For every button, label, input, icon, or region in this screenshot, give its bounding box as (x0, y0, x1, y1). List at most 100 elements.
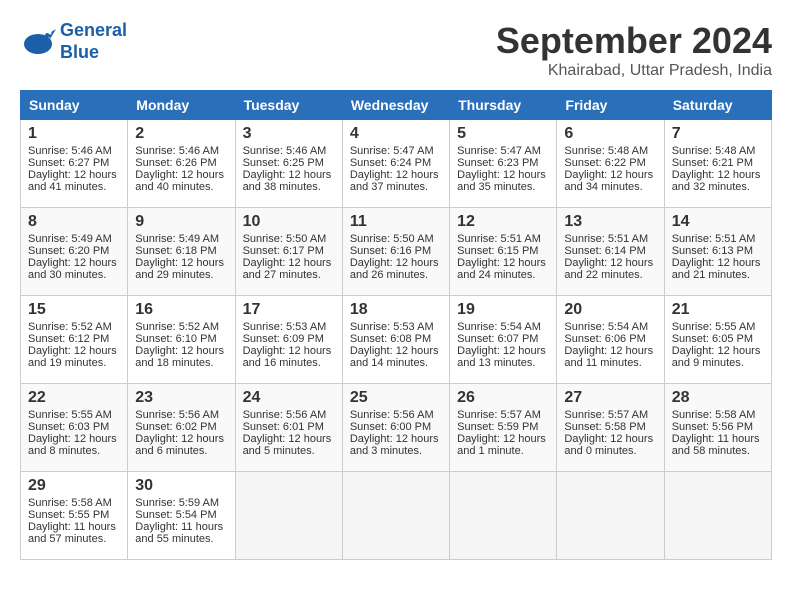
column-header-saturday: Saturday (664, 91, 771, 120)
daylight-text: Daylight: 12 hours and 5 minutes. (243, 433, 332, 457)
sunrise-text: Sunrise: 5:48 AM (672, 145, 756, 157)
title-block: September 2024 Khairabad, Uttar Pradesh,… (496, 20, 772, 80)
calendar-table: SundayMondayTuesdayWednesdayThursdayFrid… (20, 90, 772, 560)
calendar-cell: 22 Sunrise: 5:55 AM Sunset: 6:03 PM Dayl… (21, 384, 128, 472)
sunset-text: Sunset: 6:10 PM (135, 333, 216, 345)
logo-text-blue: Blue (60, 42, 127, 64)
day-number: 25 (350, 389, 442, 407)
sunrise-text: Sunrise: 5:52 AM (28, 321, 112, 333)
sunset-text: Sunset: 6:03 PM (28, 421, 109, 433)
day-number: 7 (672, 125, 764, 143)
sunrise-text: Sunrise: 5:53 AM (243, 321, 327, 333)
sunrise-text: Sunrise: 5:59 AM (135, 497, 219, 509)
calendar-cell: 7 Sunrise: 5:48 AM Sunset: 6:21 PM Dayli… (664, 120, 771, 208)
daylight-text: Daylight: 12 hours and 0 minutes. (564, 433, 653, 457)
sunset-text: Sunset: 6:12 PM (28, 333, 109, 345)
column-header-monday: Monday (128, 91, 235, 120)
calendar-cell: 4 Sunrise: 5:47 AM Sunset: 6:24 PM Dayli… (342, 120, 449, 208)
calendar-cell (557, 472, 664, 560)
sunset-text: Sunset: 6:01 PM (243, 421, 324, 433)
sunset-text: Sunset: 6:09 PM (243, 333, 324, 345)
daylight-text: Daylight: 12 hours and 3 minutes. (350, 433, 439, 457)
sunrise-text: Sunrise: 5:58 AM (28, 497, 112, 509)
sunset-text: Sunset: 6:18 PM (135, 245, 216, 257)
day-number: 21 (672, 301, 764, 319)
sunrise-text: Sunrise: 5:49 AM (135, 233, 219, 245)
column-header-sunday: Sunday (21, 91, 128, 120)
daylight-text: Daylight: 12 hours and 8 minutes. (28, 433, 117, 457)
day-number: 11 (350, 213, 442, 231)
daylight-text: Daylight: 11 hours and 58 minutes. (672, 433, 760, 457)
calendar-cell: 28 Sunrise: 5:58 AM Sunset: 5:56 PM Dayl… (664, 384, 771, 472)
calendar-cell: 3 Sunrise: 5:46 AM Sunset: 6:25 PM Dayli… (235, 120, 342, 208)
day-number: 27 (564, 389, 656, 407)
calendar-cell: 10 Sunrise: 5:50 AM Sunset: 6:17 PM Dayl… (235, 208, 342, 296)
daylight-text: Daylight: 12 hours and 29 minutes. (135, 257, 224, 281)
sunrise-text: Sunrise: 5:51 AM (672, 233, 756, 245)
calendar-week-row: 15 Sunrise: 5:52 AM Sunset: 6:12 PM Dayl… (21, 296, 772, 384)
daylight-text: Daylight: 12 hours and 18 minutes. (135, 345, 224, 369)
sunset-text: Sunset: 6:21 PM (672, 157, 753, 169)
sunset-text: Sunset: 5:59 PM (457, 421, 538, 433)
sunset-text: Sunset: 6:23 PM (457, 157, 538, 169)
calendar-cell: 5 Sunrise: 5:47 AM Sunset: 6:23 PM Dayli… (450, 120, 557, 208)
sunrise-text: Sunrise: 5:51 AM (564, 233, 648, 245)
sunset-text: Sunset: 6:15 PM (457, 245, 538, 257)
sunrise-text: Sunrise: 5:56 AM (243, 409, 327, 421)
sunset-text: Sunset: 6:16 PM (350, 245, 431, 257)
daylight-text: Daylight: 12 hours and 9 minutes. (672, 345, 761, 369)
sunset-text: Sunset: 6:00 PM (350, 421, 431, 433)
daylight-text: Daylight: 12 hours and 16 minutes. (243, 345, 332, 369)
sunset-text: Sunset: 5:55 PM (28, 509, 109, 521)
sunset-text: Sunset: 6:20 PM (28, 245, 109, 257)
sunset-text: Sunset: 5:56 PM (672, 421, 753, 433)
calendar-cell: 23 Sunrise: 5:56 AM Sunset: 6:02 PM Dayl… (128, 384, 235, 472)
sunset-text: Sunset: 6:08 PM (350, 333, 431, 345)
calendar-header-row: SundayMondayTuesdayWednesdayThursdayFrid… (21, 91, 772, 120)
sunrise-text: Sunrise: 5:47 AM (457, 145, 541, 157)
calendar-cell: 26 Sunrise: 5:57 AM Sunset: 5:59 PM Dayl… (450, 384, 557, 472)
daylight-text: Daylight: 12 hours and 22 minutes. (564, 257, 653, 281)
page-header: General Blue September 2024 Khairabad, U… (20, 20, 772, 80)
daylight-text: Daylight: 12 hours and 37 minutes. (350, 169, 439, 193)
calendar-cell: 2 Sunrise: 5:46 AM Sunset: 6:26 PM Dayli… (128, 120, 235, 208)
calendar-cell: 17 Sunrise: 5:53 AM Sunset: 6:09 PM Dayl… (235, 296, 342, 384)
logo-text-general: General (60, 20, 127, 42)
sunrise-text: Sunrise: 5:56 AM (350, 409, 434, 421)
daylight-text: Daylight: 12 hours and 32 minutes. (672, 169, 761, 193)
sunset-text: Sunset: 5:58 PM (564, 421, 645, 433)
day-number: 23 (135, 389, 227, 407)
sunset-text: Sunset: 6:02 PM (135, 421, 216, 433)
day-number: 24 (243, 389, 335, 407)
calendar-cell: 29 Sunrise: 5:58 AM Sunset: 5:55 PM Dayl… (21, 472, 128, 560)
calendar-cell: 8 Sunrise: 5:49 AM Sunset: 6:20 PM Dayli… (21, 208, 128, 296)
sunset-text: Sunset: 5:54 PM (135, 509, 216, 521)
calendar-cell: 12 Sunrise: 5:51 AM Sunset: 6:15 PM Dayl… (450, 208, 557, 296)
calendar-week-row: 29 Sunrise: 5:58 AM Sunset: 5:55 PM Dayl… (21, 472, 772, 560)
sunrise-text: Sunrise: 5:56 AM (135, 409, 219, 421)
day-number: 2 (135, 125, 227, 143)
sunrise-text: Sunrise: 5:48 AM (564, 145, 648, 157)
column-header-wednesday: Wednesday (342, 91, 449, 120)
sunrise-text: Sunrise: 5:46 AM (28, 145, 112, 157)
calendar-week-row: 22 Sunrise: 5:55 AM Sunset: 6:03 PM Dayl… (21, 384, 772, 472)
daylight-text: Daylight: 12 hours and 6 minutes. (135, 433, 224, 457)
day-number: 14 (672, 213, 764, 231)
calendar-week-row: 8 Sunrise: 5:49 AM Sunset: 6:20 PM Dayli… (21, 208, 772, 296)
day-number: 20 (564, 301, 656, 319)
daylight-text: Daylight: 12 hours and 27 minutes. (243, 257, 332, 281)
daylight-text: Daylight: 12 hours and 38 minutes. (243, 169, 332, 193)
column-header-thursday: Thursday (450, 91, 557, 120)
sunset-text: Sunset: 6:06 PM (564, 333, 645, 345)
calendar-cell (664, 472, 771, 560)
sunset-text: Sunset: 6:27 PM (28, 157, 109, 169)
daylight-text: Daylight: 12 hours and 21 minutes. (672, 257, 761, 281)
calendar-cell: 21 Sunrise: 5:55 AM Sunset: 6:05 PM Dayl… (664, 296, 771, 384)
day-number: 28 (672, 389, 764, 407)
daylight-text: Daylight: 12 hours and 40 minutes. (135, 169, 224, 193)
calendar-cell: 18 Sunrise: 5:53 AM Sunset: 6:08 PM Dayl… (342, 296, 449, 384)
day-number: 6 (564, 125, 656, 143)
logo-icon (20, 24, 56, 60)
day-number: 8 (28, 213, 120, 231)
calendar-cell: 25 Sunrise: 5:56 AM Sunset: 6:00 PM Dayl… (342, 384, 449, 472)
